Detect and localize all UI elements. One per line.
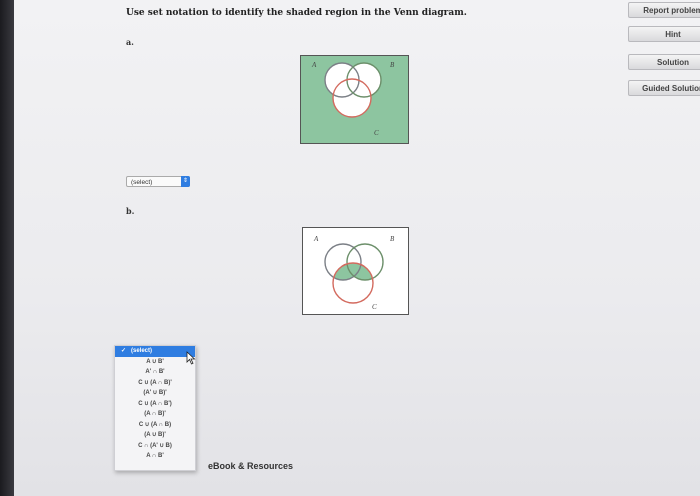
guided-solution-button[interactable]: Guided Solution <box>628 80 700 96</box>
dropdown-option[interactable]: C ∩ (A' ∪ B) <box>115 441 195 452</box>
label-b: B <box>390 235 395 243</box>
dropdown-option[interactable]: C ∪ (A ∩ B) <box>115 420 195 431</box>
answer-select-a[interactable]: (select) ⇕ <box>126 176 190 187</box>
part-a-label: a. <box>126 37 134 47</box>
venn-diagram-a: A B C <box>300 55 409 144</box>
dropdown-option[interactable]: (A ∪ B)' <box>115 430 195 441</box>
ebook-resources-link[interactable]: eBook & Resources <box>208 461 293 471</box>
solution-button[interactable]: Solution <box>628 54 700 70</box>
hint-button[interactable]: Hint <box>628 26 700 42</box>
venn-diagram-b: A B C <box>302 227 409 315</box>
dropdown-option-selected[interactable]: ✓ (select) <box>115 346 195 357</box>
checkmark-icon: ✓ <box>121 348 127 354</box>
label-c: C <box>374 129 379 137</box>
question-text: Use set notation to identify the shaded … <box>126 8 467 18</box>
label-a: A <box>313 235 319 243</box>
answer-dropdown-b[interactable]: ✓ (select) A ∪ B' A' ∩ B' C ∪ (A ∩ B)' (… <box>114 345 196 471</box>
chevron-updown-icon[interactable]: ⇕ <box>181 176 190 187</box>
dropdown-option[interactable]: (A' ∪ B)' <box>115 388 195 399</box>
label-a: A <box>311 61 317 69</box>
mouse-cursor-icon <box>186 351 196 365</box>
dropdown-option[interactable]: C ∪ (A ∩ B)' <box>115 378 195 389</box>
part-b-label: b. <box>126 206 135 216</box>
left-dark-edge <box>0 0 14 496</box>
label-c: C <box>372 303 377 311</box>
dropdown-option[interactable]: C ∪ (A ∩ B') <box>115 399 195 410</box>
select-value: (select) <box>131 179 153 186</box>
dropdown-option[interactable]: A ∪ B' <box>115 357 195 368</box>
label-b: B <box>390 61 395 69</box>
dropdown-option[interactable]: A' ∩ B' <box>115 367 195 378</box>
report-problem-button[interactable]: Report problem <box>628 2 700 18</box>
dropdown-option[interactable]: (A ∩ B)' <box>115 409 195 420</box>
dropdown-option[interactable]: A ∩ B' <box>115 451 195 462</box>
